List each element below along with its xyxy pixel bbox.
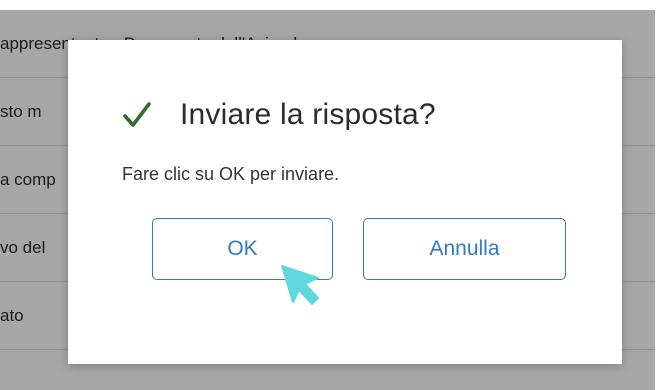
dialog-title: Inviare la risposta?: [180, 98, 436, 131]
mouse-pointer-icon: [281, 265, 319, 305]
checkmark-icon: [123, 102, 151, 127]
dialog-message: Fare clic su OK per inviare.: [122, 164, 340, 184]
cancel-button[interactable]: Annulla: [363, 218, 566, 280]
screen: appresentante - Documento dell'Azienda s…: [0, 0, 665, 390]
confirm-dialog: Inviare la risposta? Fare clic su OK per…: [68, 40, 622, 364]
dialog-header: Inviare la risposta?: [122, 95, 436, 135]
